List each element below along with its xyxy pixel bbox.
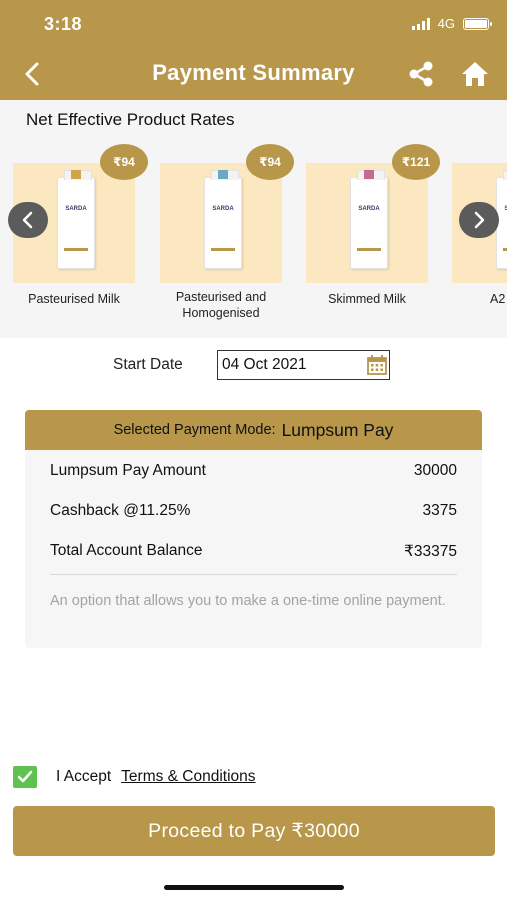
carousel-prev-button[interactable] — [8, 202, 48, 238]
price-badge: ₹94 — [102, 146, 146, 178]
summary-row: Total Account Balance ₹33375 — [50, 542, 457, 561]
terms-link[interactable]: Terms & Conditions — [121, 768, 255, 786]
payment-mode-description: An option that allows you to make a one-… — [50, 593, 446, 609]
network-type: 4G — [437, 16, 455, 31]
status-indicators: 4G — [411, 16, 492, 31]
milk-carton-image: SARDA — [57, 170, 95, 269]
accept-terms-row: I Accept Terms & Conditions — [13, 765, 256, 789]
calendar-icon[interactable] — [366, 354, 388, 376]
summary-row: Cashback @11.25% 3375 — [50, 502, 457, 520]
row-label: Total Account Balance — [50, 542, 203, 559]
signal-icon — [411, 17, 430, 30]
carton-cap — [218, 170, 228, 179]
checkmark-icon — [17, 770, 33, 783]
payment-mode-value: Lumpsum Pay — [281, 419, 394, 440]
divider — [50, 574, 457, 575]
payment-mode-header: Selected Payment Mode: Lumpsum Pay — [25, 410, 482, 450]
status-time: 3:18 — [44, 14, 83, 34]
chevron-right-icon — [474, 211, 485, 229]
carousel-next-button[interactable] — [459, 202, 499, 238]
product-card[interactable]: SARDA Skimmed Milk — [306, 163, 428, 307]
share-icon[interactable] — [406, 60, 436, 88]
payment-mode-label: Selected Payment Mode: — [113, 422, 276, 438]
product-card[interactable]: SARDA Pasteurised and Homogenised — [160, 163, 282, 321]
milk-carton-image: SARDA — [350, 170, 388, 269]
product-label: Pasteurised and Homogenised — [175, 290, 267, 320]
home-indicator — [164, 885, 344, 890]
milk-carton-image: SARDA — [204, 170, 242, 269]
row-value: ₹33375 — [404, 543, 457, 560]
start-date-row: Start Date — [0, 348, 507, 382]
accept-checkbox[interactable] — [13, 766, 37, 788]
product-image: SARDA — [160, 163, 282, 283]
product-label: Pasteurised Milk — [28, 292, 120, 306]
battery-icon — [463, 17, 492, 30]
app-header: 3:18 4G Payment Summary — [0, 0, 507, 100]
home-icon[interactable] — [460, 60, 490, 88]
product-rates-section: Net Effective Product Rates SARDA Pasteu… — [0, 100, 507, 338]
product-image: SARDA — [306, 163, 428, 283]
start-date-input[interactable] — [217, 350, 390, 380]
chevron-left-icon — [22, 211, 33, 229]
row-value: 30000 — [413, 462, 457, 479]
row-value: 3375 — [422, 502, 457, 519]
section-title: Net Effective Product Rates — [26, 110, 235, 129]
price-badge: ₹121 — [394, 146, 438, 178]
price-badge: ₹94 — [248, 146, 292, 178]
row-label: Cashback @11.25% — [50, 502, 191, 519]
carton-cap — [71, 170, 81, 179]
carton-cap — [364, 170, 374, 179]
row-label: Lumpsum Pay Amount — [50, 462, 206, 479]
payment-summary-card: Selected Payment Mode: Lumpsum Pay Lumps… — [25, 410, 482, 648]
product-label: Skimmed Milk — [328, 292, 406, 306]
summary-row: Lumpsum Pay Amount 30000 — [50, 462, 457, 480]
accept-label: I Accept — [56, 768, 112, 785]
start-date-label: Start Date — [113, 356, 183, 373]
proceed-to-pay-button[interactable]: Proceed to Pay ₹30000 — [13, 806, 495, 856]
product-label: A2 — [490, 292, 506, 306]
